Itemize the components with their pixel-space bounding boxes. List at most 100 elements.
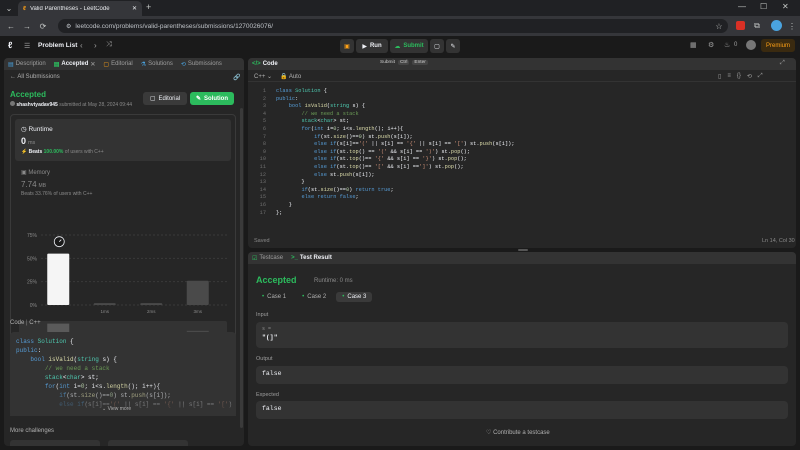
save-status: Saved: [254, 238, 270, 244]
code-line[interactable]: 14 if(st.size()==0) return true;: [252, 187, 792, 195]
code-line[interactable]: 1 class Solution {: [252, 88, 792, 96]
leetcode-logo-icon[interactable]: ℓ: [8, 40, 12, 50]
fullscreen-icon[interactable]: ⤢: [780, 60, 785, 67]
settings-gear-icon[interactable]: ⚙: [708, 41, 714, 49]
shuffle-icon[interactable]: ⤨: [106, 41, 112, 49]
line-number: 5: [262, 118, 266, 125]
challenge-card[interactable]: [108, 440, 188, 446]
challenge-card[interactable]: [10, 440, 100, 446]
output-label: Output: [256, 356, 273, 362]
input-var: s =: [262, 326, 272, 332]
chart-bar[interactable]: [186, 280, 209, 305]
auto-mode[interactable]: 🔒 Auto: [280, 73, 301, 80]
browser-tab[interactable]: ℓ Valid Parentheses - LeetCode ✕: [18, 1, 142, 16]
expand-icon[interactable]: ⤢: [758, 73, 763, 80]
code-line[interactable]: 17};: [252, 210, 792, 218]
code-line[interactable]: 12 else st.push(s[i]);: [252, 172, 792, 180]
extension-icon[interactable]: [736, 21, 745, 30]
tab-description[interactable]: ▤ Description: [8, 61, 46, 68]
next-problem-icon[interactable]: ›: [94, 41, 97, 50]
user-avatar[interactable]: [746, 40, 756, 50]
tab-accepted[interactable]: ▤ Accepted ✕: [54, 61, 96, 68]
chart-bar[interactable]: [140, 303, 163, 305]
code-line[interactable]: 5 stack<char> st;: [252, 118, 792, 126]
code-line[interactable]: 2 public:: [252, 96, 792, 104]
code-line[interactable]: 3 bool isValid(string s) {: [252, 103, 792, 111]
code-text: stack<char> st;: [301, 118, 350, 125]
tab-testcase[interactable]: ☑ Testcase: [252, 255, 283, 262]
bookmark-icon[interactable]: ▯: [718, 73, 721, 80]
line-number: 17: [259, 209, 266, 216]
code-line[interactable]: 10 else if(st.top()== '{' && s[i] == '}'…: [252, 156, 792, 164]
line-number: 1: [262, 88, 266, 94]
minimize-icon[interactable]: —: [738, 2, 746, 11]
code-line[interactable]: 9 else if(st.top() == '(' && s[i] == ')'…: [252, 149, 792, 157]
forward-icon[interactable]: →: [20, 19, 34, 33]
input-value: "(]": [262, 334, 278, 341]
code-line[interactable]: 6 for(int i=0; i<s.length(); i++){: [252, 126, 792, 134]
share-link-icon[interactable]: 🔗: [233, 74, 240, 81]
code-text: }: [276, 179, 305, 186]
code-text: class Solution {: [276, 88, 327, 94]
view-more-button[interactable]: ⌄ View more: [102, 406, 131, 412]
profile-avatar[interactable]: [771, 20, 782, 31]
problem-list-link[interactable]: Problem List: [38, 42, 77, 49]
browser-menu-icon[interactable]: ⋮: [785, 19, 799, 33]
reset-icon[interactable]: ⟲: [747, 73, 752, 80]
browser-tab-bar: ⌄ ℓ Valid Parentheses - LeetCode ✕ + — ☐…: [0, 0, 800, 16]
notes-icon[interactable]: ▢: [430, 39, 444, 53]
debug-icon[interactable]: ▣: [340, 39, 354, 53]
reload-icon[interactable]: ⟳: [36, 19, 50, 33]
extensions-puzzle-icon[interactable]: ⧉: [750, 19, 764, 33]
prev-problem-icon[interactable]: ‹: [80, 41, 83, 50]
premium-button[interactable]: Premium: [761, 39, 795, 52]
submit-button[interactable]: ☁ Submit: [390, 39, 428, 53]
left-scrollbar[interactable]: [240, 108, 243, 428]
bookmark-star-icon[interactable]: ☆: [712, 19, 726, 33]
solution-button[interactable]: ✎ Solution: [190, 92, 234, 105]
code-line[interactable]: 11 else if(st.top()== '[' && s[i] ==']')…: [252, 164, 792, 172]
layout-icon[interactable]: ▦: [690, 41, 697, 49]
code-line[interactable]: 15 else return false;: [252, 194, 792, 202]
site-info-icon[interactable]: ⚙: [66, 23, 71, 30]
new-tab-icon[interactable]: +: [146, 2, 151, 12]
run-button[interactable]: ▶ Run: [356, 39, 388, 53]
preview-code-line: public:: [16, 347, 42, 354]
whiteboard-icon[interactable]: ✎: [446, 39, 460, 53]
memory-label[interactable]: ▣ Memory: [21, 169, 50, 176]
leetcode-nav: ℓ ☰ Problem List ‹ › ⤨ ▣ ▶ Run ☁ Submit …: [0, 36, 800, 56]
close-window-icon[interactable]: ✕: [782, 2, 789, 11]
tab-solutions[interactable]: ⚗ Solutions: [141, 61, 173, 68]
editor-toolbar: [248, 70, 796, 82]
format-icon[interactable]: ≡: [727, 73, 731, 80]
code-line[interactable]: 4 // we need a stack: [252, 111, 792, 119]
tab-search-icon[interactable]: ⌄: [2, 1, 16, 15]
code-line[interactable]: 8 else if(s[i]=='(' || s[i] == '{' || s[…: [252, 141, 792, 149]
case-2-tab[interactable]: • Case 2: [296, 292, 332, 302]
editorial-button[interactable]: ▢ Editorial: [143, 92, 187, 105]
case-1-tab[interactable]: • Case 1: [256, 292, 292, 302]
braces-icon[interactable]: {}: [737, 73, 741, 80]
tab-submissions[interactable]: ⟲ Submissions: [181, 61, 222, 68]
code-area[interactable]: 1 class Solution { 2 public: 3 bool isValid(…: [252, 88, 792, 238]
chart-bar[interactable]: [47, 253, 70, 305]
all-submissions-link[interactable]: ← All Submissions: [10, 74, 60, 80]
tab-test-result[interactable]: >_ Test Result: [291, 255, 332, 261]
maximize-icon[interactable]: ☐: [760, 2, 767, 11]
back-icon[interactable]: ←: [4, 19, 18, 33]
url-bar[interactable]: ⚙ leetcode.com/problems/valid-parenthese…: [58, 19, 728, 33]
case-3-tab[interactable]: • Case 3: [336, 292, 373, 302]
runtime-label: ◷ Runtime: [21, 126, 53, 133]
panel-resize-handle[interactable]: [518, 249, 528, 251]
chart-bar[interactable]: [93, 303, 116, 305]
code-line[interactable]: 13 }: [252, 179, 792, 187]
close-tab-icon: ✕: [90, 61, 96, 68]
code-line[interactable]: 16 }: [252, 202, 792, 210]
tab-editorial[interactable]: ▢ Editorial: [103, 61, 132, 68]
streak-fire-icon[interactable]: ♨: [724, 41, 730, 49]
language-select[interactable]: C++ ⌄: [254, 73, 272, 80]
code-line[interactable]: 7 if(st.size()==0) st.push(s[i]);: [252, 134, 792, 142]
close-tab-icon[interactable]: ✕: [132, 5, 137, 12]
output-value: false: [256, 366, 788, 384]
contribute-testcase-link[interactable]: ♡ Contribute a testcase: [486, 429, 550, 436]
